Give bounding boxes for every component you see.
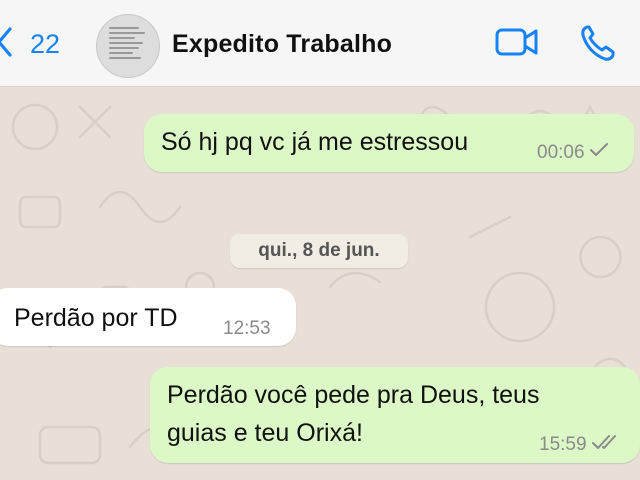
message-meta: 15:59 — [539, 433, 619, 457]
voice-call-button[interactable] — [578, 22, 618, 69]
message-text-line: guias e teu Orixá! — [167, 419, 363, 447]
message-time: 12:53 — [223, 318, 271, 339]
message-time: 00:06 — [537, 142, 585, 163]
chevron-left-icon — [0, 24, 14, 65]
outgoing-message[interactable]: Perdão você pede pra Deus, teus guias e … — [150, 367, 640, 463]
avatar[interactable] — [96, 14, 160, 78]
date-separator: qui., 8 de jun. — [230, 234, 408, 268]
back-button[interactable]: 22 — [0, 24, 60, 64]
message-meta: 00:06 — [537, 142, 609, 164]
incoming-message[interactable]: Perdão por TD 12:53 — [0, 288, 296, 346]
message-text: Perdão por TD — [14, 304, 178, 332]
video-call-button[interactable] — [494, 22, 540, 67]
message-text-line: Perdão você pede pra Deus, teus — [167, 381, 540, 409]
video-camera-icon — [494, 28, 540, 66]
message-time: 15:59 — [539, 434, 587, 455]
chat-header: 22 Expedito Trabalho — [0, 0, 640, 87]
chat-area[interactable]: Só hj pq vc já me estressou 00:06 qui., … — [0, 87, 640, 480]
message-text: Só hj pq vc já me estressou — [161, 128, 469, 156]
single-check-icon — [589, 142, 609, 164]
double-check-icon — [591, 433, 619, 457]
unread-count: 22 — [30, 28, 61, 59]
phone-icon — [578, 25, 618, 68]
contact-name[interactable]: Expedito Trabalho — [172, 30, 392, 59]
outgoing-message[interactable]: Só hj pq vc já me estressou 00:06 — [144, 114, 634, 172]
